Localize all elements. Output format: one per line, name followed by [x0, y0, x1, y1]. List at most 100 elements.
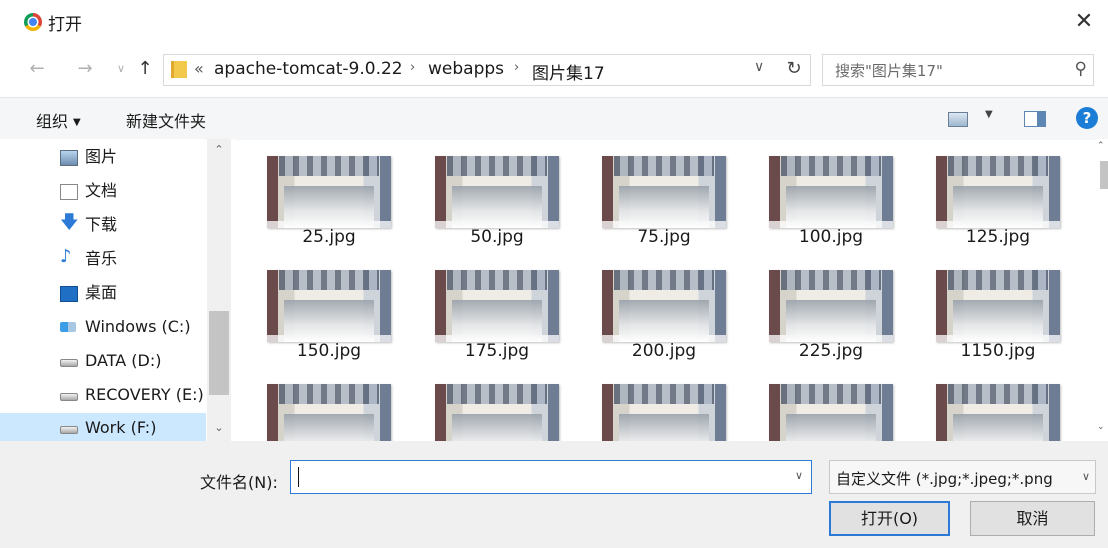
- sidebar-item-label: 桌面: [85, 283, 118, 302]
- image-thumbnail: [602, 270, 726, 342]
- file-tile[interactable]: [260, 370, 391, 441]
- cancel-button[interactable]: 取消: [970, 501, 1095, 536]
- organize-label: 组织: [36, 112, 69, 131]
- download-icon: 🡇: [60, 212, 79, 233]
- sidebar-item-music[interactable]: ♪ 音乐: [60, 244, 210, 274]
- breadcrumb-item[interactable]: apache-tomcat-9.0.22: [214, 59, 403, 79]
- sidebar-item-pictures[interactable]: 图片: [60, 142, 210, 172]
- close-button[interactable]: ✕: [1064, 4, 1104, 40]
- address-dropdown-icon[interactable]: ∨: [754, 59, 764, 75]
- change-view-icon[interactable]: [948, 112, 968, 127]
- file-tile[interactable]: 1150.jpg: [929, 256, 1060, 364]
- view-options-dropdown-icon[interactable]: ▼: [985, 109, 993, 120]
- refresh-button[interactable]: ↻: [781, 56, 807, 82]
- filename-dropdown-icon[interactable]: ∨: [795, 469, 803, 482]
- desktop-icon: [60, 286, 78, 302]
- file-type-dropdown-icon[interactable]: ∨: [1082, 470, 1090, 483]
- pictures-icon: [60, 150, 78, 166]
- sidebar-item-label: Windows (C:): [85, 317, 191, 336]
- file-name: 200.jpg: [631, 341, 697, 361]
- text-caret: [298, 467, 299, 487]
- command-bar: 组织 ▼ 新建文件夹 ▼ ?: [0, 97, 1108, 140]
- organize-menu[interactable]: 组织 ▼: [36, 108, 81, 132]
- file-name: 25.jpg: [302, 227, 356, 247]
- sidebar-item-drive-e[interactable]: RECOVERY (E:): [60, 380, 210, 410]
- sidebar-item-label: Work (F:): [85, 418, 157, 437]
- file-tile[interactable]: [595, 370, 726, 441]
- preview-pane-icon[interactable]: [1024, 111, 1046, 127]
- search-input[interactable]: 搜索"图片集17" ⚲: [822, 54, 1094, 86]
- title-bar: 打开 ✕: [0, 0, 1108, 44]
- file-name: 175.jpg: [464, 341, 530, 361]
- image-thumbnail: [769, 156, 893, 228]
- address-bar[interactable]: « apache-tomcat-9.0.22 › webapps › 图片集17…: [163, 54, 811, 86]
- sidebar-item-desktop[interactable]: 桌面: [60, 278, 210, 308]
- forward-button[interactable]: →: [72, 56, 98, 82]
- file-tile[interactable]: 175.jpg: [428, 256, 559, 364]
- file-tile[interactable]: 75.jpg: [595, 142, 726, 250]
- scrollbar-thumb[interactable]: [209, 311, 229, 395]
- up-button[interactable]: ↑: [134, 56, 156, 82]
- breadcrumb-item[interactable]: 图片集17: [532, 59, 605, 84]
- sidebar-item-label: RECOVERY (E:): [85, 385, 204, 404]
- dropdown-arrow-icon: ▼: [73, 117, 81, 128]
- file-list-scrollbar[interactable]: ⌃ ⌄: [1096, 139, 1108, 441]
- back-button[interactable]: ←: [24, 56, 50, 82]
- chrome-icon: [24, 13, 42, 31]
- scroll-down-icon[interactable]: ⌄: [207, 421, 231, 434]
- new-folder-button[interactable]: 新建文件夹: [126, 108, 206, 132]
- scrollbar-thumb[interactable]: [1100, 161, 1108, 189]
- recent-locations-button[interactable]: ∨: [112, 56, 130, 82]
- file-tile[interactable]: 225.jpg: [762, 256, 893, 364]
- scroll-up-icon[interactable]: ⌃: [1097, 141, 1105, 151]
- dialog-footer: 文件名(N): ∨ 自定义文件 (*.jpg;*.jpeg;*.png ∨ 打开…: [0, 441, 1108, 548]
- breadcrumb-item[interactable]: webapps: [428, 59, 504, 79]
- image-thumbnail: [936, 384, 1060, 441]
- file-tile[interactable]: 100.jpg: [762, 142, 893, 250]
- sidebar-item-label: DATA (D:): [85, 351, 162, 370]
- breadcrumb-separator[interactable]: ›: [410, 60, 415, 75]
- file-tile[interactable]: 125.jpg: [929, 142, 1060, 250]
- image-thumbnail: [602, 384, 726, 441]
- sidebar-item-drive-c[interactable]: Windows (C:): [60, 312, 210, 342]
- file-list: 25.jpg 50.jpg 75.jpg 100.jpg 125.jpg 150…: [236, 139, 1096, 441]
- sidebar-item-drive-d[interactable]: DATA (D:): [60, 346, 210, 376]
- image-thumbnail: [602, 156, 726, 228]
- overflow-chevron[interactable]: «: [194, 59, 204, 78]
- file-tile[interactable]: [428, 370, 559, 441]
- open-button[interactable]: 打开(O): [829, 501, 950, 536]
- filename-input[interactable]: ∨: [290, 460, 812, 494]
- music-icon: ♪: [60, 246, 72, 267]
- file-name: 100.jpg: [798, 227, 864, 247]
- scroll-down-icon[interactable]: ⌄: [1097, 422, 1105, 432]
- sidebar-scrollbar[interactable]: ⌃ ⌄: [207, 139, 231, 441]
- image-thumbnail: [267, 270, 391, 342]
- scroll-up-icon[interactable]: ⌃: [207, 143, 231, 156]
- file-tile[interactable]: 150.jpg: [260, 256, 391, 364]
- file-tile[interactable]: [762, 370, 893, 441]
- image-thumbnail: [435, 384, 559, 441]
- drive-icon: [60, 393, 78, 401]
- filename-label: 文件名(N):: [200, 473, 278, 492]
- file-tile[interactable]: 25.jpg: [260, 142, 391, 250]
- search-placeholder: 搜索"图片集17": [835, 62, 943, 80]
- search-icon[interactable]: ⚲: [1075, 59, 1087, 79]
- file-tile[interactable]: 200.jpg: [595, 256, 726, 364]
- image-thumbnail: [435, 270, 559, 342]
- file-tile[interactable]: [929, 370, 1060, 441]
- breadcrumb-separator[interactable]: ›: [514, 60, 519, 75]
- sidebar-item-documents[interactable]: 文档: [60, 176, 210, 206]
- sidebar-item-label: 下载: [85, 215, 118, 234]
- file-type-select[interactable]: 自定义文件 (*.jpg;*.jpeg;*.png ∨: [829, 460, 1096, 494]
- sidebar-item-drive-f[interactable]: Work (F:): [0, 413, 206, 443]
- file-tile[interactable]: 50.jpg: [428, 142, 559, 250]
- image-thumbnail: [936, 270, 1060, 342]
- image-thumbnail: [267, 384, 391, 441]
- file-name: 225.jpg: [798, 341, 864, 361]
- help-icon[interactable]: ?: [1076, 107, 1098, 129]
- documents-icon: [60, 184, 78, 200]
- sidebar-item-downloads[interactable]: 🡇 下载: [60, 210, 210, 240]
- image-thumbnail: [936, 156, 1060, 228]
- navigation-pane: 图片 文档 🡇 下载 ♪ 音乐 桌面 Windows (C:) DATA (D:…: [0, 139, 234, 443]
- file-name: 1150.jpg: [960, 341, 1036, 361]
